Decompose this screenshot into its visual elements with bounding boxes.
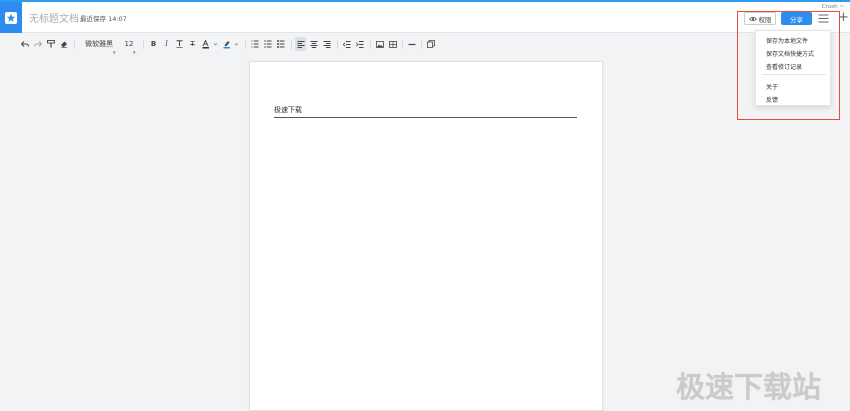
- undo-button[interactable]: [20, 37, 30, 51]
- hamburger-menu-icon[interactable]: [818, 13, 829, 24]
- clear-format-button[interactable]: [59, 37, 69, 51]
- toolbar-divider: [143, 40, 144, 49]
- permission-label: 权限: [758, 15, 772, 24]
- checklist-button[interactable]: [276, 37, 286, 51]
- highlight-color-button[interactable]: [222, 37, 240, 51]
- font-size-value: 12: [124, 40, 134, 48]
- insert-image-button[interactable]: [374, 37, 385, 51]
- toolbar-divider: [402, 40, 403, 49]
- font-size-select[interactable]: 12: [122, 37, 136, 51]
- decrease-indent-button[interactable]: [341, 37, 352, 51]
- more-options-menu: 保存为本地文件 保存文档快捷方式 查看修订记录 关于 反馈: [755, 30, 831, 106]
- app-header: 无标题文档 最近保存 14:07 Crush ~: [0, 2, 850, 33]
- document-title[interactable]: 无标题文档: [29, 10, 79, 25]
- redo-icon: [34, 40, 42, 47]
- menu-item-about[interactable]: 关于: [766, 82, 778, 91]
- underline-t-icon: [176, 40, 183, 48]
- checklist-icon: [277, 40, 285, 48]
- menu-divider: [762, 74, 826, 75]
- underline-button[interactable]: [174, 37, 185, 51]
- copy-pages-icon: [426, 40, 435, 48]
- page-format-button[interactable]: [425, 37, 436, 51]
- format-painter-button[interactable]: [46, 37, 56, 51]
- horizontal-rule-button[interactable]: [406, 37, 417, 51]
- bullet-list-button[interactable]: [263, 37, 273, 51]
- insert-table-button[interactable]: [387, 37, 398, 51]
- watermark: 极速下载站: [676, 370, 822, 404]
- toolbar-divider: [291, 40, 292, 49]
- bold-button[interactable]: B: [148, 37, 159, 51]
- toolbar-divider: [370, 40, 371, 49]
- toolbar-divider: [421, 40, 422, 49]
- table-icon: [388, 40, 397, 48]
- format-painter-icon: [47, 40, 55, 48]
- align-center-button[interactable]: [308, 37, 319, 51]
- new-document-plus-icon[interactable]: +: [838, 11, 850, 25]
- save-status: 最近保存 14:07: [80, 15, 127, 23]
- italic-button[interactable]: I: [161, 37, 172, 51]
- font-family-value: 微软雅黑: [85, 40, 113, 48]
- font-color-icon: [202, 39, 218, 48]
- align-left-button[interactable]: [295, 37, 306, 51]
- toolbar-divider: [337, 40, 338, 49]
- highlighter-icon: [223, 40, 239, 48]
- eraser-icon: [61, 41, 67, 48]
- numbered-list-button[interactable]: [250, 37, 260, 51]
- app-logo[interactable]: [0, 2, 22, 33]
- menu-item-save-local[interactable]: 保存为本地文件: [766, 36, 808, 45]
- undo-icon: [21, 40, 29, 47]
- font-family-select[interactable]: 微软雅黑: [82, 37, 116, 51]
- eye-icon: [748, 16, 757, 21]
- menu-item-save-shortcut[interactable]: 保存文档快捷方式: [766, 49, 814, 58]
- menu-item-feedback[interactable]: 反馈: [766, 95, 778, 104]
- increase-indent-button[interactable]: [354, 37, 365, 51]
- font-color-button[interactable]: [201, 37, 219, 51]
- star-logo-icon: [5, 11, 17, 24]
- document-text[interactable]: 极速下载: [274, 105, 302, 115]
- permission-button[interactable]: 权限: [744, 12, 776, 25]
- document-page[interactable]: 极速下载: [249, 61, 603, 411]
- toolbar-divider: [74, 40, 75, 49]
- outdent-icon: [342, 40, 350, 48]
- horizontal-line-icon: [408, 43, 415, 45]
- indent-icon: [355, 40, 363, 48]
- align-right-icon: [323, 40, 330, 48]
- menu-item-revision-history[interactable]: 查看修订记录: [766, 62, 802, 71]
- toolbar-divider: [245, 40, 246, 49]
- share-button[interactable]: 分享: [781, 12, 812, 25]
- align-center-icon: [310, 40, 317, 48]
- unordered-list-icon: [264, 40, 272, 48]
- ordered-list-icon: [251, 40, 259, 48]
- font-size-chevron-down-icon[interactable]: ▾: [133, 50, 136, 56]
- image-icon: [375, 40, 384, 48]
- formatting-toolbar: 微软雅黑 12 B I T: [0, 34, 850, 56]
- align-left-icon: [297, 40, 304, 48]
- strikethrough-button[interactable]: T: [187, 37, 198, 51]
- align-right-button[interactable]: [321, 37, 332, 51]
- title-underline: [274, 117, 577, 118]
- font-family-chevron-down-icon[interactable]: ▾: [113, 50, 116, 56]
- redo-button[interactable]: [33, 37, 43, 51]
